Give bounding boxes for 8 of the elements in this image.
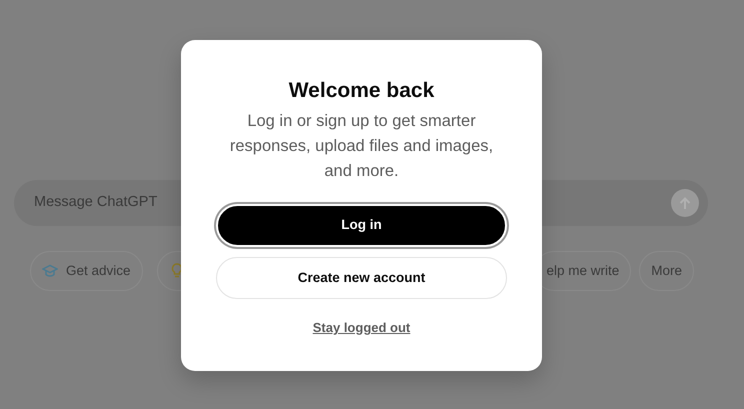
dialog-subtitle: Log in or sign up to get smarter responses, upload files and images, and more.	[228, 111, 494, 182]
dialog-title: Welcome back	[288, 78, 434, 104]
send-button[interactable]	[671, 189, 699, 217]
login-button[interactable]: Log in	[216, 204, 507, 247]
lightbulb-icon	[170, 263, 183, 279]
create-account-button[interactable]: Create new account	[216, 257, 507, 299]
graduation-cap-icon	[42, 264, 58, 278]
stay-logged-out-link[interactable]: Stay logged out	[312, 318, 410, 338]
